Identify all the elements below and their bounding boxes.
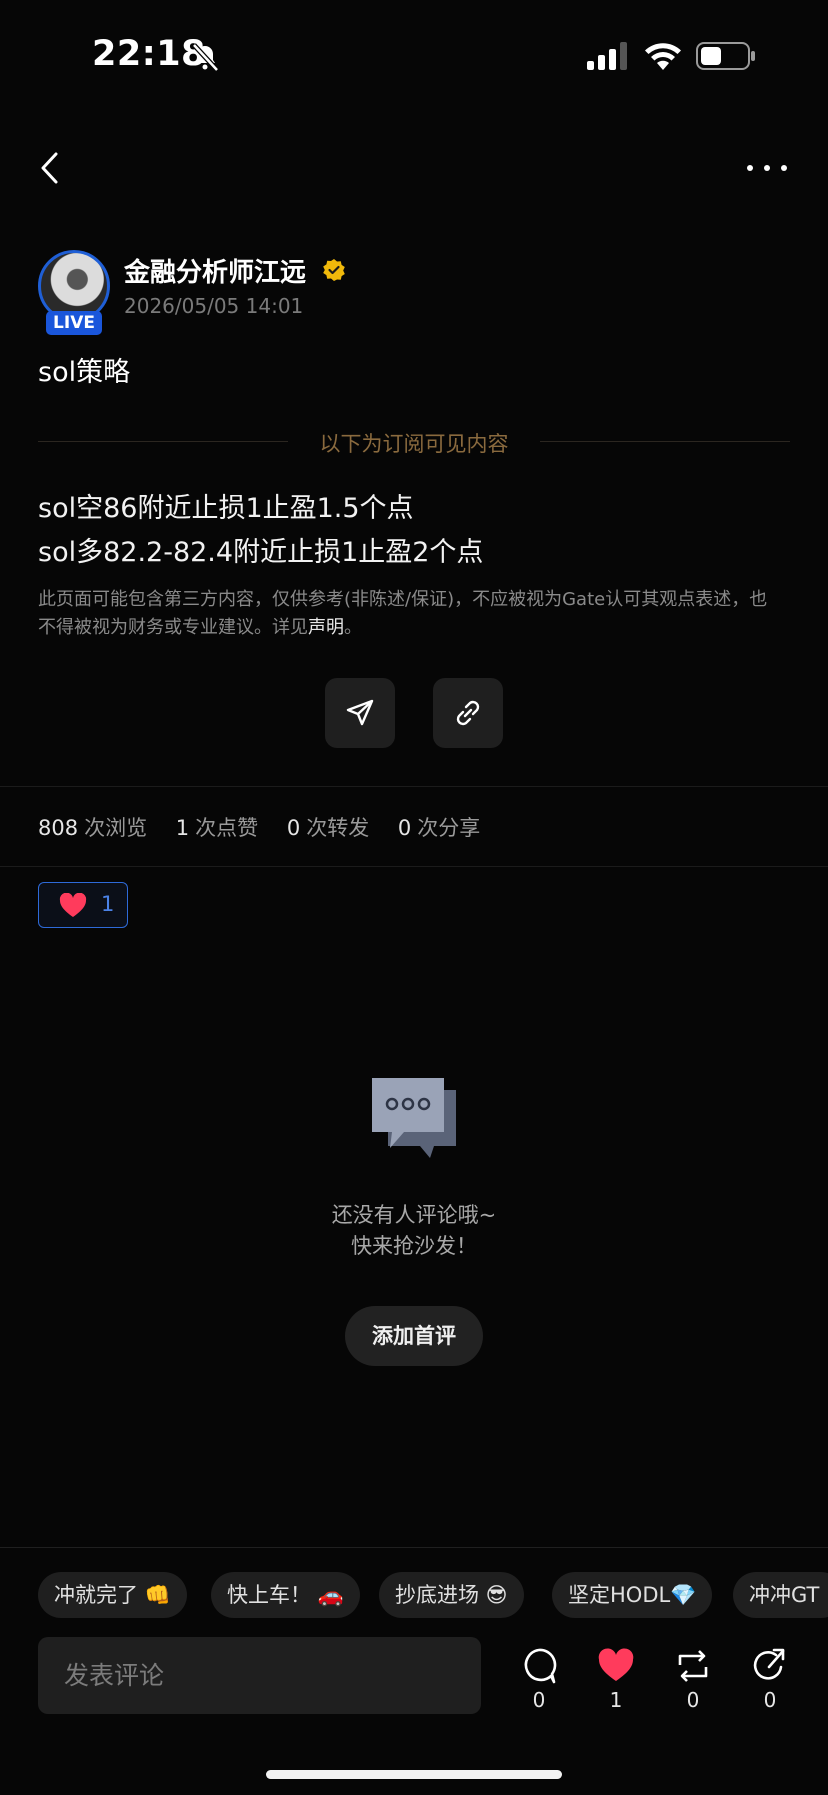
battery-icon — [696, 42, 755, 70]
quick-reply-chip[interactable]: 冲冲GT — [733, 1572, 828, 1618]
status-time: 22:18 — [92, 34, 206, 74]
disclaimer-link[interactable]: 声明 — [308, 617, 344, 638]
back-arrow-icon[interactable] — [36, 148, 66, 188]
send-button[interactable] — [325, 678, 395, 748]
quick-reply-chip[interactable]: 坚定HODL💎 — [552, 1572, 713, 1618]
quick-reply-chip[interactable]: 快上车！ 🚗 — [211, 1572, 360, 1618]
quick-reply-chip[interactable]: 冲就完了 👊 — [38, 1572, 187, 1618]
comment-count: 0 — [532, 1688, 546, 1712]
bottom-separator — [0, 1547, 828, 1548]
separator — [0, 866, 828, 867]
empty-state-line-2: 快来抢沙发！ — [351, 1234, 477, 1258]
bell-slash-icon — [192, 43, 219, 72]
views-count: 808 — [38, 816, 79, 840]
post-date: 2026/05/05 14:01 — [124, 294, 304, 318]
repost-icon[interactable] — [672, 1645, 714, 1687]
signal-icon — [587, 42, 627, 70]
link-icon — [456, 700, 480, 726]
wifi-icon — [645, 43, 681, 70]
like-count: 1 — [609, 1688, 623, 1712]
shares-count: 0 — [397, 816, 412, 840]
heart-reaction-chip[interactable]: 1 — [38, 882, 128, 928]
send-icon — [346, 699, 374, 726]
add-first-comment-button[interactable]: 添加首评 — [345, 1306, 483, 1366]
like-icon[interactable] — [595, 1645, 637, 1687]
more-icon[interactable] — [744, 150, 790, 186]
reposts-label: 次转发 — [306, 816, 370, 840]
post-title: sol策略 — [38, 357, 131, 388]
shares-label: 次分享 — [417, 816, 481, 840]
separator — [0, 786, 828, 787]
disclaimer-text: 此页面可能包含第三方内容，仅供参考(非陈述/保证)，不应被视为Gate认可其观点… — [38, 589, 768, 638]
likes-label: 次点赞 — [195, 816, 259, 840]
content-line-2: sol多82.2-82.4附近止损1止盈2个点 — [38, 537, 484, 568]
share-icon[interactable] — [749, 1645, 791, 1687]
verified-icon — [323, 259, 345, 281]
disclaimer-end: 。 — [344, 617, 362, 638]
post-stats: 808 次浏览 1 次点赞 0 次转发 0 次分享 — [38, 812, 502, 842]
live-badge: LIVE — [46, 311, 102, 335]
chat-bubbles-icon — [372, 1078, 456, 1158]
comment-input[interactable]: 发表评论 — [38, 1637, 481, 1714]
reposts-count: 0 — [286, 816, 301, 840]
content-line-1: sol空86附近止损1止盈1.5个点 — [38, 493, 414, 524]
comment-icon[interactable] — [518, 1645, 560, 1687]
share-count: 0 — [763, 1688, 777, 1712]
empty-state-line-1: 还没有人评论哦~ — [331, 1203, 497, 1227]
views-label: 次浏览 — [84, 816, 148, 840]
copy-link-button[interactable] — [433, 678, 503, 748]
reaction-count: 1 — [101, 892, 115, 916]
disclaimer: 此页面可能包含第三方内容，仅供参考(非陈述/保证)，不应被视为Gate认可其观点… — [38, 586, 768, 642]
home-indicator[interactable] — [266, 1770, 562, 1779]
likes-count: 1 — [175, 816, 190, 840]
heart-icon — [59, 893, 87, 917]
author-name[interactable]: 金融分析师江远 — [124, 252, 306, 289]
quick-reply-chip[interactable]: 抄底进场 😎 — [379, 1572, 524, 1618]
subscriber-divider: 以下为订阅可见内容 — [319, 432, 509, 456]
repost-count: 0 — [686, 1688, 700, 1712]
